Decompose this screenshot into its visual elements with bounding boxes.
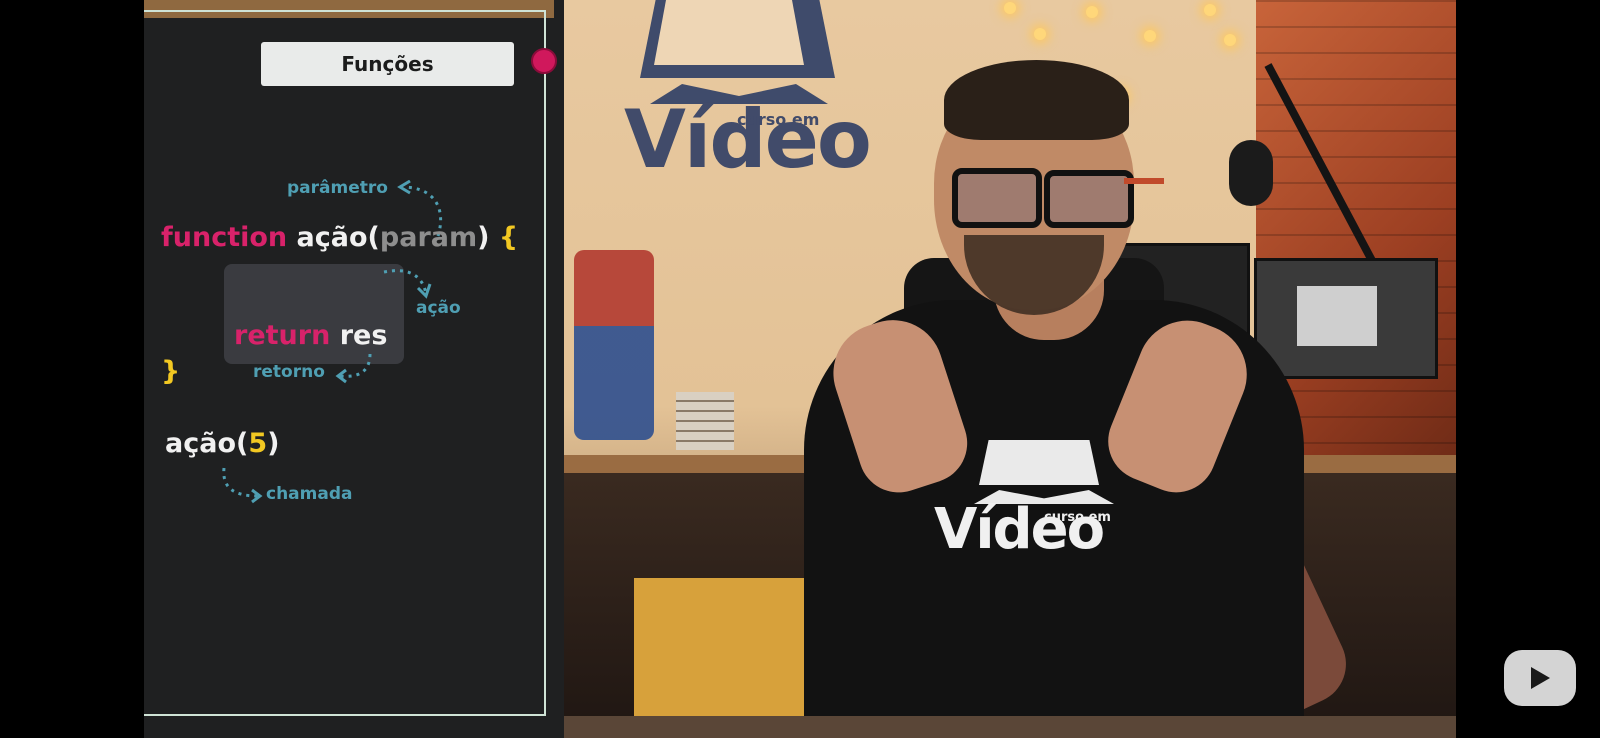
board-title: Funções (261, 42, 514, 86)
arrow-icon (383, 269, 432, 299)
desk (564, 716, 1456, 738)
arrow-icon (335, 353, 372, 384)
code-call: ação(5) (165, 428, 279, 459)
video-frame[interactable]: Vídeo curso em Vídeo curso em Funções pa… (144, 0, 1456, 738)
note-chamada: chamada (266, 484, 353, 504)
studio-scene: Vídeo curso em Vídeo curso em (564, 0, 1456, 738)
arrow-icon (222, 467, 263, 504)
code-call-name: ação( (165, 428, 249, 459)
code-return-value: res (339, 320, 388, 351)
code-paren-close: ) (477, 222, 490, 253)
glasses-icon (952, 168, 1042, 228)
play-icon (719, 12, 771, 64)
code-keyword-return: return (234, 320, 331, 351)
code-brace-close: } (161, 356, 181, 387)
note-retorno: retorno (253, 362, 325, 382)
code-function-name: ação( (296, 222, 380, 253)
shirt-logo-sub: curso em (1044, 510, 1111, 525)
code-param: param (379, 222, 478, 253)
code-keyword-function: function (161, 222, 288, 253)
robot-figure (574, 250, 654, 440)
code-board: Funções parâmetro function ação(param) {… (144, 0, 564, 738)
record-dot-icon (531, 48, 557, 74)
note-parametro: parâmetro (287, 178, 388, 198)
shirt-logo: Vídeo curso em (934, 440, 1154, 600)
code-brace-open: { (498, 222, 519, 253)
code-line-return: return res (234, 320, 387, 351)
code-call-arg: 5 (248, 428, 268, 459)
code-line-function: function ação(param) { (161, 222, 518, 253)
presenter: Vídeo curso em (694, 60, 1394, 738)
note-acao: ação (416, 298, 461, 318)
play-icon (1531, 667, 1550, 689)
play-button[interactable] (1504, 650, 1576, 706)
code-call-close: ) (267, 428, 280, 459)
